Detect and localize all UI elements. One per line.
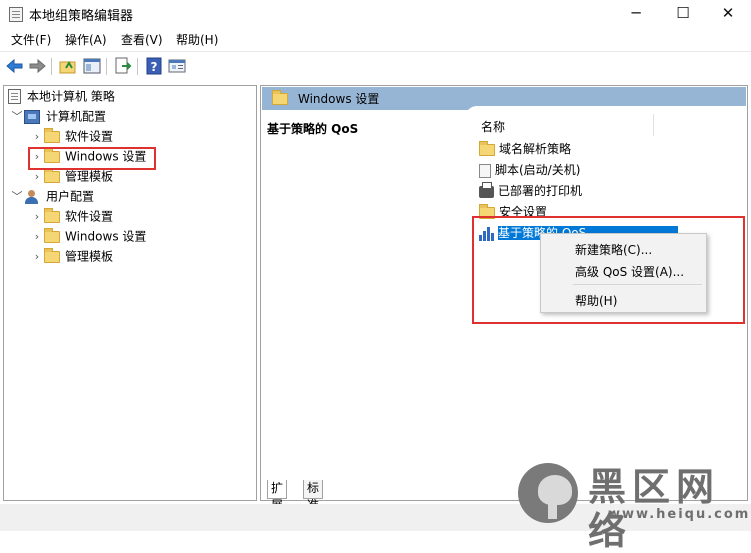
toolbar-separator [137,58,138,75]
tree-item-label: Windows 设置 [65,229,147,244]
chevron-down-icon[interactable]: ﹀ [10,107,24,127]
menu-bar: 文件(F) 操作(A) 查看(V) 帮助(H) [0,28,751,50]
watermark: 黑区网络 www.heiqu.com [518,463,751,553]
export-list-icon[interactable] [113,56,133,76]
chevron-right-icon[interactable]: › [30,227,44,247]
list-item-dns-policy[interactable]: 域名解析策略 [479,139,571,159]
highlight-box [472,216,745,324]
tab-extended[interactable]: 扩展 [267,480,288,512]
close-button[interactable]: ✕ [705,0,751,28]
folder-icon [272,90,288,105]
computer-icon [24,109,40,124]
minimize-button[interactable]: ─ [613,0,659,28]
tree-user-label: 用户配置 [46,189,95,204]
tree-item-label: 管理模板 [65,249,114,264]
list-item-scripts[interactable]: 脚本(启动/关机) [479,160,580,180]
tree-pane: 本地计算机 策略 ﹀ 计算机配置 › 软件设置 › Windows 设置 › 管理模板 … [3,85,257,501]
column-header-name[interactable]: 名称 [481,118,505,135]
chevron-right-icon[interactable]: › [30,207,44,227]
content-header-title: Windows 设置 [298,92,380,106]
menu-help[interactable]: 帮助(H) [176,31,218,48]
folder-icon [44,127,60,143]
help-icon[interactable]: ? [144,56,164,76]
tree-user-windows-settings[interactable]: › Windows 设置 [30,226,146,246]
watermark-url: www.heiqu.com [608,507,751,522]
chevron-right-icon[interactable]: › [30,247,44,267]
printer-icon [479,181,494,198]
tree-user-config[interactable]: ﹀ 用户配置 [10,186,94,206]
tree-root-label: 本地计算机 策略 [27,89,115,104]
folder-icon [44,207,60,223]
tree-item-label: 软件设置 [65,129,114,144]
list-item-label: 域名解析策略 [499,142,572,156]
title-bar: 本地组策略编辑器 ─ ☐ ✕ [0,0,751,28]
tab-standard[interactable]: 标准 [303,480,324,512]
policy-document-icon [8,89,21,104]
watermark-logo-icon [518,463,578,523]
tree-computer-config[interactable]: ﹀ 计算机配置 [10,106,106,126]
toolbar: ? [0,51,751,79]
tree-item-label: 管理模板 [65,169,114,184]
tree-user-software[interactable]: › 软件设置 [30,206,113,226]
tree-user-admin-templates[interactable]: › 管理模板 [30,246,113,266]
folder-icon [44,247,60,263]
svg-text:?: ? [151,60,158,74]
list-item-deployed-printers[interactable]: 已部署的打印机 [479,181,582,201]
chevron-down-icon[interactable]: ﹀ [10,187,24,207]
show-hide-tree-icon[interactable] [82,56,102,76]
forward-icon[interactable] [27,56,47,76]
menu-file[interactable]: 文件(F) [11,31,51,48]
list-item-label: 脚本(启动/关机) [495,163,581,177]
maximize-button[interactable]: ☐ [660,0,706,28]
toolbar-separator [106,58,107,75]
up-folder-icon[interactable] [58,56,78,76]
folder-icon [44,167,60,183]
tree-computer-label: 计算机配置 [46,109,107,124]
list-item-label: 已部署的打印机 [498,184,583,198]
tree-item-label: 软件设置 [65,209,114,224]
script-icon [479,163,491,178]
folder-icon [479,140,495,156]
toolbar-separator [51,58,52,75]
policy-editor-app-icon [9,7,23,22]
back-icon[interactable] [5,56,25,76]
user-icon [24,189,40,204]
description-title: 基于策略的 QoS [267,122,359,136]
menu-view[interactable]: 查看(V) [121,31,163,48]
window-title: 本地组策略编辑器 [29,9,134,24]
chevron-right-icon[interactable]: › [30,127,44,147]
menu-action[interactable]: 操作(A) [65,31,107,48]
tree-root[interactable]: 本地计算机 策略 [8,86,115,106]
properties-icon[interactable] [167,56,187,76]
highlight-box [28,147,156,170]
tree-computer-software[interactable]: › 软件设置 [30,126,113,146]
folder-icon [44,227,60,243]
column-separator[interactable] [653,114,654,136]
